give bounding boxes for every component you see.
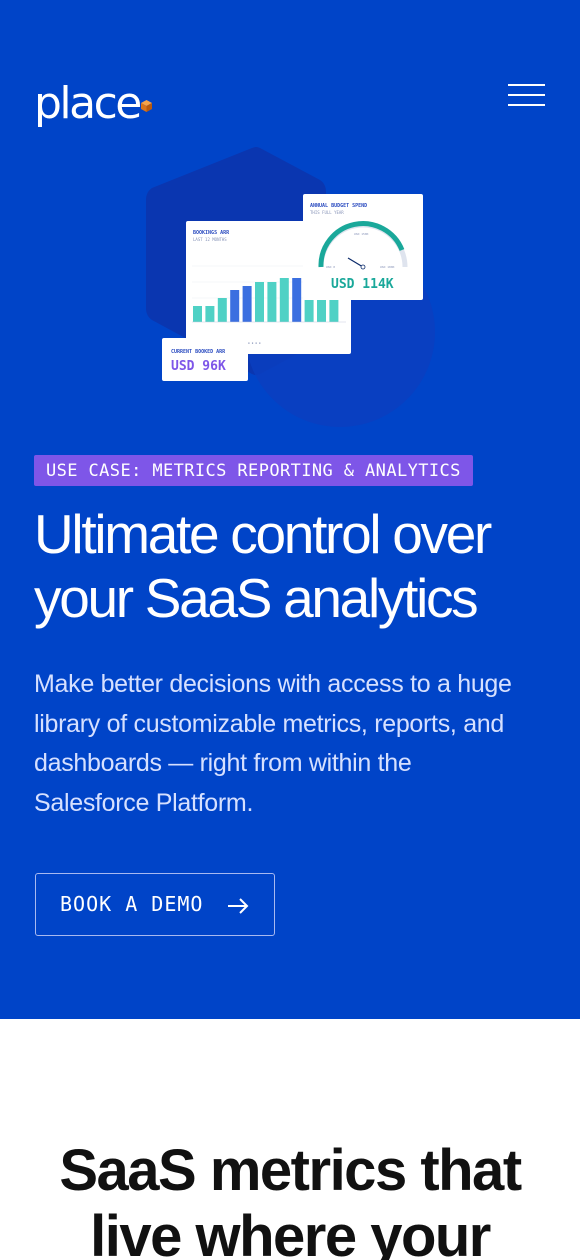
- bookings-bar: [205, 306, 215, 322]
- section-title-line-2: live where your: [90, 1204, 491, 1260]
- bookings-bar: [230, 290, 240, 322]
- budget-card-subtitle: THIS FULL YEAR: [310, 210, 344, 215]
- gauge-max-label: USD 180K: [380, 265, 395, 269]
- bookings-bar: [267, 282, 277, 322]
- gauge-mid-label: USD 150K: [354, 232, 369, 236]
- logo-cube-icon: [141, 100, 152, 112]
- bookings-card-subtitle: LAST 12 MONTHS: [193, 237, 227, 242]
- current-booked-arr-card: CURRENT BOOKED ARR USD 96K: [162, 338, 248, 381]
- arr-value: USD 96K: [171, 359, 226, 374]
- book-a-demo-button[interactable]: BOOK A DEMO: [35, 873, 275, 936]
- hero-headline: Ultimate control over your SaaS analytic…: [34, 502, 554, 630]
- description-line-4: Salesforce Platform.: [34, 788, 254, 817]
- logo-wordmark: place: [34, 78, 142, 129]
- headline-line-1: Ultimate control over: [34, 503, 492, 565]
- arrow-right-icon: [228, 898, 249, 914]
- budget-value: USD 114K: [331, 277, 394, 292]
- bookings-bar: [193, 306, 202, 322]
- arr-card-title: CURRENT BOOKED ARR: [171, 349, 226, 355]
- dashboard-illustration: BOOKINGS ARR LAST 12 MONTHS ▪ ▪ ▪ ▪ ANNU…: [146, 147, 435, 427]
- budget-card-title: ANNUAL BUDGET SPEND: [310, 203, 367, 209]
- bookings-bar: [217, 298, 227, 322]
- use-case-badge: USE CASE: METRICS REPORTING & ANALYTICS: [34, 455, 473, 486]
- bookings-bar: [242, 286, 252, 322]
- bookings-legend: ▪ ▪ ▪ ▪: [248, 341, 261, 345]
- hamburger-menu-icon[interactable]: [504, 80, 548, 110]
- place-logo[interactable]: place: [34, 70, 152, 129]
- hero-description: Make better decisions with access to a h…: [34, 665, 554, 823]
- bookings-bar: [279, 278, 289, 322]
- bookings-bar: [292, 278, 302, 322]
- description-line-1: Make better decisions with access to a h…: [34, 670, 512, 698]
- bookings-card-title: BOOKINGS ARR: [193, 230, 230, 236]
- description-line-3: dashboards — right from within the: [34, 749, 412, 777]
- headline-line-2: your SaaS analytics: [34, 567, 479, 629]
- annual-budget-card: ANNUAL BUDGET SPEND THIS FULL YEAR USD 0…: [303, 194, 423, 300]
- book-a-demo-label: BOOK A DEMO: [60, 892, 204, 916]
- bookings-bar: [255, 282, 264, 322]
- section-title-line-1: SaaS metrics that: [59, 1138, 522, 1203]
- saas-metrics-section-title: SaaS metrics that live where your: [0, 1138, 580, 1260]
- hero-section: place BOOKINGS ARR LAST 12 MONTHS ▪ ▪ ▪ …: [0, 0, 580, 1019]
- use-case-badge-label: USE CASE: METRICS REPORTING & ANALYTICS: [46, 460, 461, 481]
- description-line-2: library of customizable metrics, reports…: [34, 709, 505, 738]
- gauge-min-label: USD 0: [326, 265, 335, 269]
